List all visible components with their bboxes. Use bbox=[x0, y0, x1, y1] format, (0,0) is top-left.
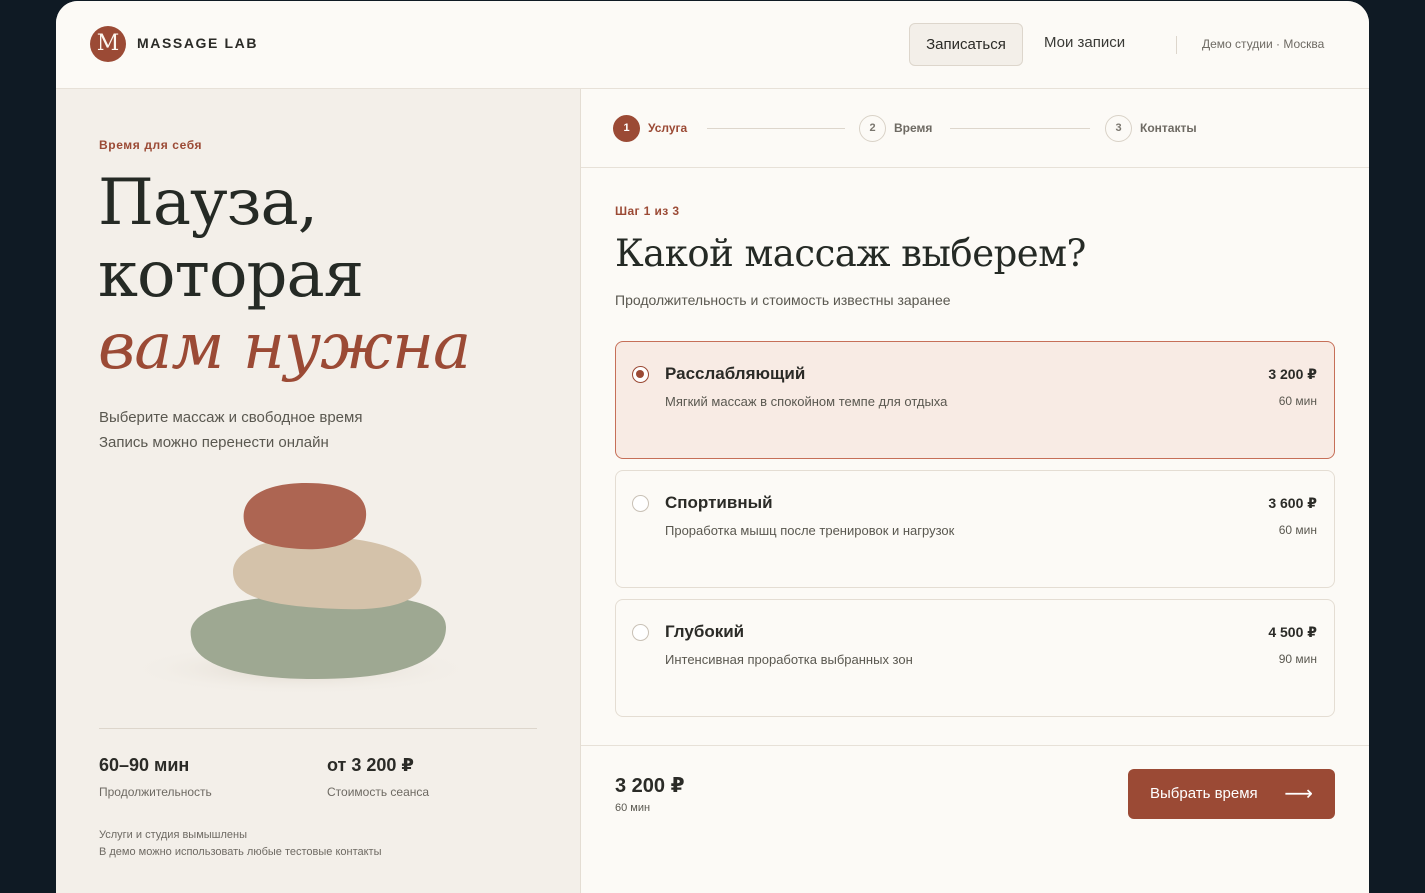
header: M MASSAGE LAB Записаться Мои записи Демо… bbox=[56, 1, 1369, 89]
stat-duration-value: 60–90 мин bbox=[99, 755, 190, 775]
eyebrow: Время для себя bbox=[99, 138, 203, 152]
nav-book-button[interactable]: Записаться bbox=[909, 23, 1023, 66]
logo-icon[interactable]: M bbox=[90, 26, 126, 62]
stepper: 1 Услуга 2 Время 3 Контакты bbox=[581, 89, 1369, 168]
step-counter: Шаг 1 из 3 bbox=[615, 204, 680, 218]
step-3-indicator[interactable]: 3 bbox=[1105, 115, 1132, 142]
page-subtitle: Продолжительность и стоимость известны з… bbox=[615, 292, 951, 308]
summary-price: 3 200 ₽ bbox=[615, 775, 685, 797]
studio-label: Демо студии · Москва bbox=[1202, 37, 1325, 51]
booking-panel: 1 Услуга 2 Время 3 Контакты Шаг 1 из 3 К… bbox=[581, 89, 1369, 893]
option-name: Расслабляющий bbox=[665, 364, 806, 383]
option-price: 3 600 ₽ bbox=[1268, 495, 1317, 511]
brand-name[interactable]: MASSAGE LAB bbox=[137, 35, 258, 51]
step-connector bbox=[950, 128, 1090, 129]
option-price: 3 200 ₽ bbox=[1268, 366, 1317, 382]
page-title: Какой массаж выберем? bbox=[615, 232, 1086, 275]
hero-title: Пауза, которая вам нужна bbox=[98, 166, 471, 384]
choose-time-button[interactable]: Выбрать время ⟶ bbox=[1128, 769, 1335, 819]
disclaimer-line-2: В демо можно использовать любые тестовые… bbox=[99, 846, 382, 858]
arrow-right-icon: ⟶ bbox=[1284, 783, 1313, 805]
summary-duration: 60 мин bbox=[615, 802, 651, 814]
radio-selected-dot bbox=[636, 370, 644, 378]
radio-button[interactable] bbox=[632, 495, 649, 512]
step-1-indicator[interactable]: 1 bbox=[613, 115, 640, 142]
option-duration: 90 мин bbox=[1278, 652, 1317, 666]
intro-panel: Время для себя Пауза, которая вам нужна … bbox=[56, 89, 581, 893]
radio-button[interactable] bbox=[632, 624, 649, 641]
step-1-label[interactable]: Услуга bbox=[648, 121, 687, 135]
massage-option-relaxing[interactable]: Расслабляющий Мягкий массаж в спокойном … bbox=[615, 341, 1335, 459]
hero-line-2: которая bbox=[98, 238, 364, 312]
nav-my-bookings-link[interactable]: Мои записи bbox=[1044, 34, 1125, 51]
disclaimer-line-1: Услуги и студия вымышлены bbox=[99, 829, 248, 841]
option-name: Глубокий bbox=[665, 622, 745, 641]
step-2-label[interactable]: Время bbox=[894, 121, 932, 135]
step-connector bbox=[707, 128, 845, 129]
stat-price-label: Стоимость сеанса bbox=[327, 785, 430, 799]
stones-illustration bbox=[126, 483, 476, 695]
option-description: Интенсивная проработка выбранных зон bbox=[665, 652, 913, 667]
option-duration: 60 мин bbox=[1278, 394, 1317, 408]
stats-divider bbox=[99, 728, 537, 729]
option-name: Спортивный bbox=[665, 493, 773, 512]
massage-option-sport[interactable]: Спортивный Проработка мышц после трениро… bbox=[615, 470, 1335, 588]
option-description: Мягкий массаж в спокойном темпе для отды… bbox=[665, 394, 948, 409]
radio-button[interactable] bbox=[632, 366, 649, 383]
massage-option-deep[interactable]: Глубокий Интенсивная проработка выбранны… bbox=[615, 599, 1335, 717]
subtitle-line-1: Выберите массаж и свободное время bbox=[99, 409, 363, 426]
option-description: Проработка мышц после тренировок и нагру… bbox=[665, 523, 955, 538]
hero-line-accent: вам нужна bbox=[98, 310, 471, 384]
footer-divider bbox=[581, 745, 1369, 746]
step-2-indicator[interactable]: 2 bbox=[859, 115, 886, 142]
stat-duration-label: Продолжительность bbox=[99, 785, 212, 799]
option-duration: 60 мин bbox=[1278, 523, 1317, 537]
step-3-label[interactable]: Контакты bbox=[1140, 121, 1197, 135]
app-window: M MASSAGE LAB Записаться Мои записи Демо… bbox=[56, 1, 1369, 893]
choose-time-label: Выбрать время bbox=[1150, 785, 1258, 802]
option-price: 4 500 ₽ bbox=[1268, 624, 1317, 640]
hero-line-1: Пауза, bbox=[98, 166, 318, 240]
nav-divider bbox=[1176, 36, 1177, 54]
intro-subtitle: Выберите массаж и свободное время Запись… bbox=[99, 405, 362, 455]
disclaimer: Услуги и студия вымышлены В демо можно и… bbox=[99, 827, 382, 861]
stone-top bbox=[243, 483, 367, 550]
stat-price-value: от 3 200 ₽ bbox=[327, 755, 414, 775]
subtitle-line-2: Запись можно перенести онлайн bbox=[99, 434, 329, 451]
